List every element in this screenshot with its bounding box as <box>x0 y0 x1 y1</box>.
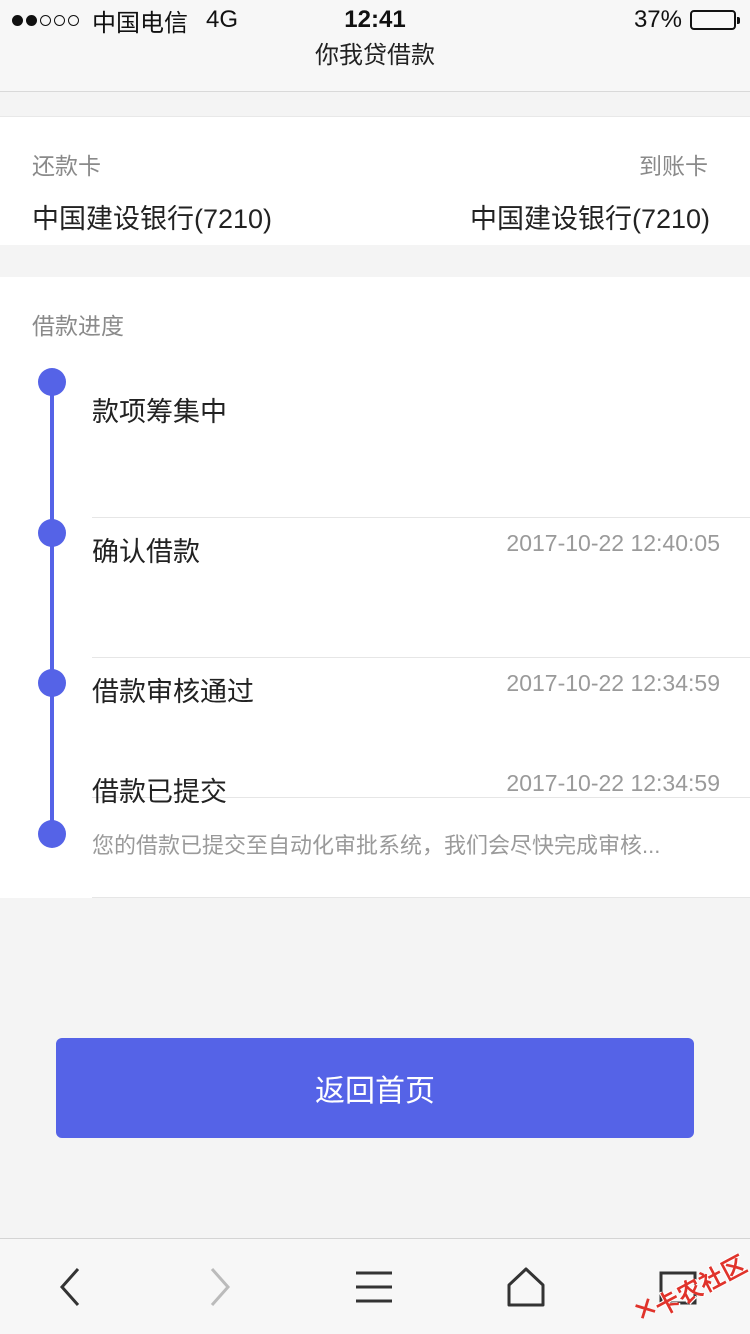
browser-toolbar: ✕ 卡农社区 <box>0 1238 750 1334</box>
progress-step: 款项筹集中 <box>92 378 750 518</box>
return-home-button[interactable]: 返回首页 <box>56 1038 694 1138</box>
step-time: 2017-10-22 12:34:59 <box>506 770 720 796</box>
watermark-logo: ✕ 卡农社区 <box>625 1243 750 1334</box>
step-time: 2017-10-22 12:34:59 <box>506 670 720 696</box>
page-title: 你我贷借款 <box>315 42 435 69</box>
progress-title: 借款进度 <box>32 313 124 339</box>
receive-card-label: 到账卡 <box>639 153 708 179</box>
timeline-dot <box>38 519 66 547</box>
loan-progress-section: 借款进度 款项筹集中 确认借款 2017-10-22 12:40:05 借款审核… <box>0 277 750 898</box>
top-bar: 中国电信 4G 12:41 37% 你我贷借款 <box>0 0 750 92</box>
home-icon[interactable] <box>504 1265 548 1309</box>
repay-card-label: 还款卡 <box>32 153 101 179</box>
battery-icon <box>690 10 740 30</box>
back-icon[interactable] <box>48 1265 92 1309</box>
progress-step: 借款已提交 2017-10-22 12:34:59 您的借款已提交至自动化审批系… <box>92 758 750 898</box>
step-description: 您的借款已提交至自动化审批系统，我们会尽快完成审核... <box>92 833 661 858</box>
step-title: 确认借款 <box>92 537 200 567</box>
step-title: 款项筹集中 <box>92 397 227 427</box>
timeline-line <box>50 380 54 835</box>
divider <box>92 897 750 898</box>
watermark-text: 卡农社区 <box>651 1250 750 1322</box>
bank-cards-section: 还款卡 到账卡 中国建设银行(7210) 中国建设银行(7210) <box>0 116 750 245</box>
battery-percent: 37% <box>633 6 682 33</box>
timeline-dot <box>38 820 66 848</box>
progress-step: 确认借款 2017-10-22 12:40:05 <box>92 518 750 658</box>
repay-card-value: 中国建设银行(7210) <box>32 204 273 234</box>
forward-icon[interactable] <box>198 1265 242 1309</box>
receive-card-value: 中国建设银行(7210) <box>469 204 710 234</box>
step-title: 借款已提交 <box>92 777 227 807</box>
timeline-dot <box>38 669 66 697</box>
status-right: 37% <box>633 6 740 34</box>
timeline-dot <box>38 368 66 396</box>
step-title: 借款审核通过 <box>92 677 254 707</box>
step-time: 2017-10-22 12:40:05 <box>506 530 720 556</box>
menu-icon[interactable] <box>352 1265 396 1309</box>
